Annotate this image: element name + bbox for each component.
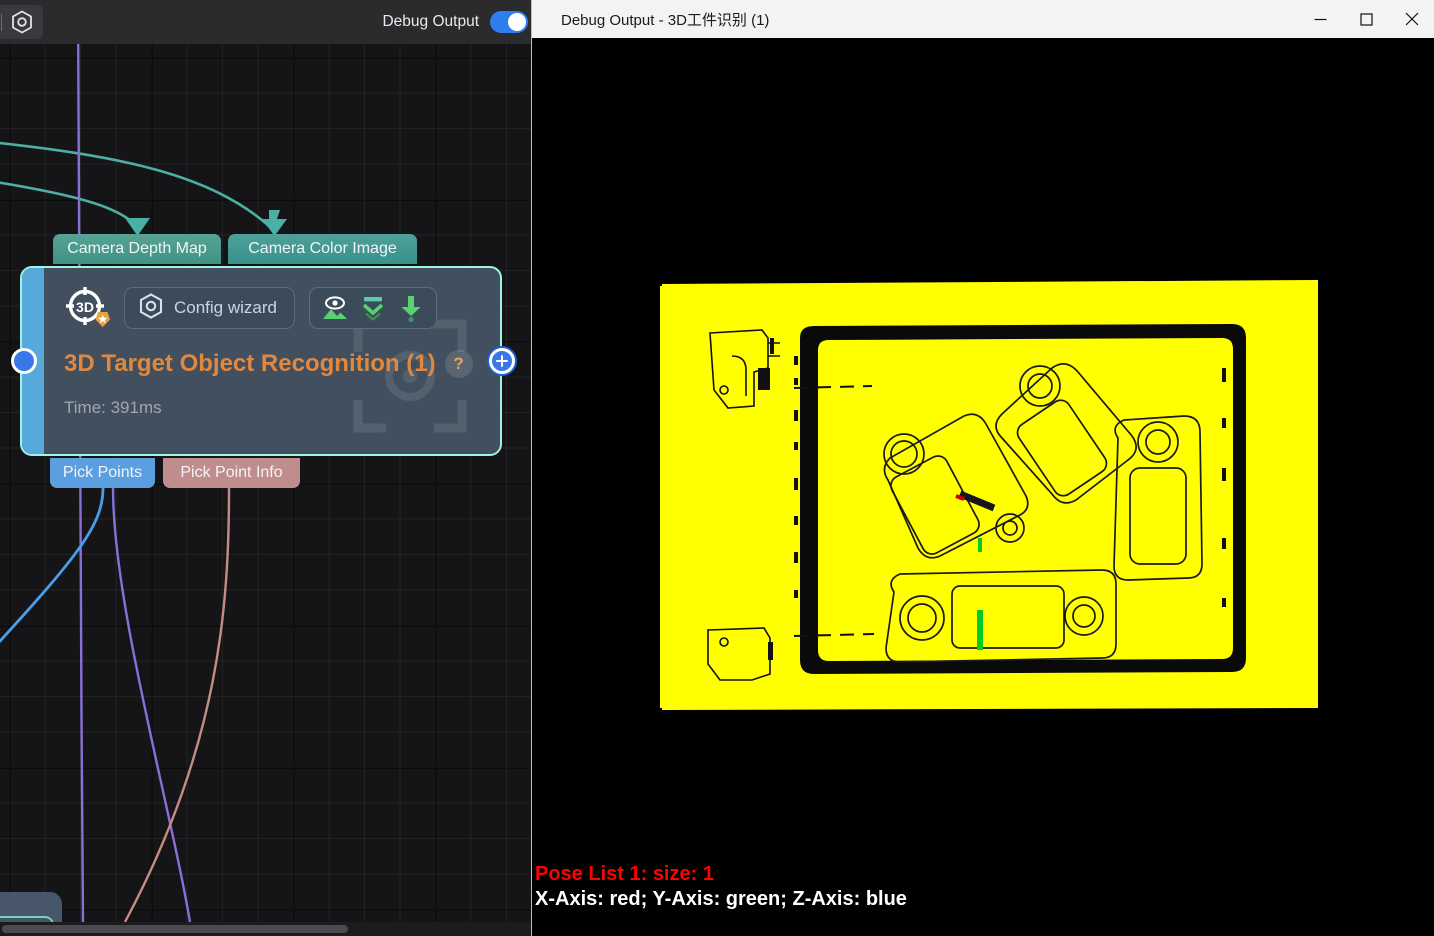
close-button[interactable] <box>1389 0 1434 38</box>
port-pick-points[interactable]: Pick Points <box>50 458 155 488</box>
debug-output-label: Debug Output <box>382 13 479 31</box>
debug-output-window: Debug Output - 3D工件识别 (1) <box>531 0 1434 936</box>
port-label: Camera Depth Map <box>67 240 207 258</box>
editor-toolbar: Run Debug Output <box>0 0 531 44</box>
port-camera-depth-map[interactable]: Camera Depth Map <box>53 234 221 264</box>
hexagon-gear-icon[interactable] <box>11 10 33 34</box>
node-graph-editor: Camera Depth Map Camera Color Image <box>0 0 531 936</box>
port-label: Pick Points <box>63 464 142 482</box>
port-camera-color-image[interactable]: Camera Color Image <box>228 234 417 264</box>
node-body: 3D Config wizard <box>44 268 500 454</box>
maximize-button[interactable] <box>1343 0 1389 38</box>
node-title-row: 3D Target Object Recognition (1) ? <box>64 350 484 378</box>
config-wizard-label: Config wizard <box>174 298 277 318</box>
collapse-chevrons-icon[interactable] <box>356 291 390 325</box>
svg-text:3D: 3D <box>76 299 94 315</box>
node-help-badge[interactable]: ? <box>445 350 473 378</box>
window-titlebar[interactable]: Debug Output - 3D工件识别 (1) <box>532 0 1434 38</box>
debug-output-toggle-group: Debug Output <box>382 0 531 44</box>
node-output-add-connector[interactable] <box>489 348 515 374</box>
run-button-group[interactable]: Run <box>0 5 43 39</box>
port-label: Camera Color Image <box>248 240 397 258</box>
node-action-icon-group <box>309 287 437 329</box>
hexagon-gear-icon <box>139 293 163 324</box>
port-pick-point-info[interactable]: Pick Point Info <box>163 458 300 488</box>
node-execution-time: Time: 391ms <box>64 398 484 418</box>
visualize-image-icon[interactable] <box>318 291 352 325</box>
port-label: Pick Point Info <box>180 464 282 482</box>
minimize-button[interactable] <box>1297 0 1343 38</box>
toggle-knob <box>508 13 526 31</box>
debug-output-toggle[interactable] <box>490 11 528 33</box>
node-input-connector[interactable] <box>11 348 37 374</box>
node-3d-target-object-recognition[interactable]: 3D Config wizard <box>20 266 502 456</box>
node-header-row: 3D Config wizard <box>64 284 484 332</box>
debug-viewport[interactable]: Pose List 1: size: 1 X-Axis: red; Y-Axis… <box>532 38 1434 936</box>
3d-target-star-icon: 3D <box>64 286 110 330</box>
toolbar-divider <box>1 14 2 31</box>
scrollbar-thumb[interactable] <box>2 925 348 933</box>
app-root: Camera Depth Map Camera Color Image <box>0 0 1434 936</box>
window-title: Debug Output - 3D工件识别 (1) <box>561 9 769 30</box>
debug-overlay-text: Pose List 1: size: 1 X-Axis: red; Y-Axis… <box>535 862 907 912</box>
editor-horizontal-scrollbar[interactable] <box>0 922 531 936</box>
config-wizard-button[interactable]: Config wizard <box>124 287 295 329</box>
node-title: 3D Target Object Recognition (1) <box>64 350 436 378</box>
pose-list-text: Pose List 1: size: 1 <box>535 862 907 887</box>
run-to-here-arrow-icon[interactable] <box>394 291 428 325</box>
axis-legend-text: X-Axis: red; Y-Axis: green; Z-Axis: blue <box>535 887 907 912</box>
depth-map-render <box>532 38 1434 936</box>
